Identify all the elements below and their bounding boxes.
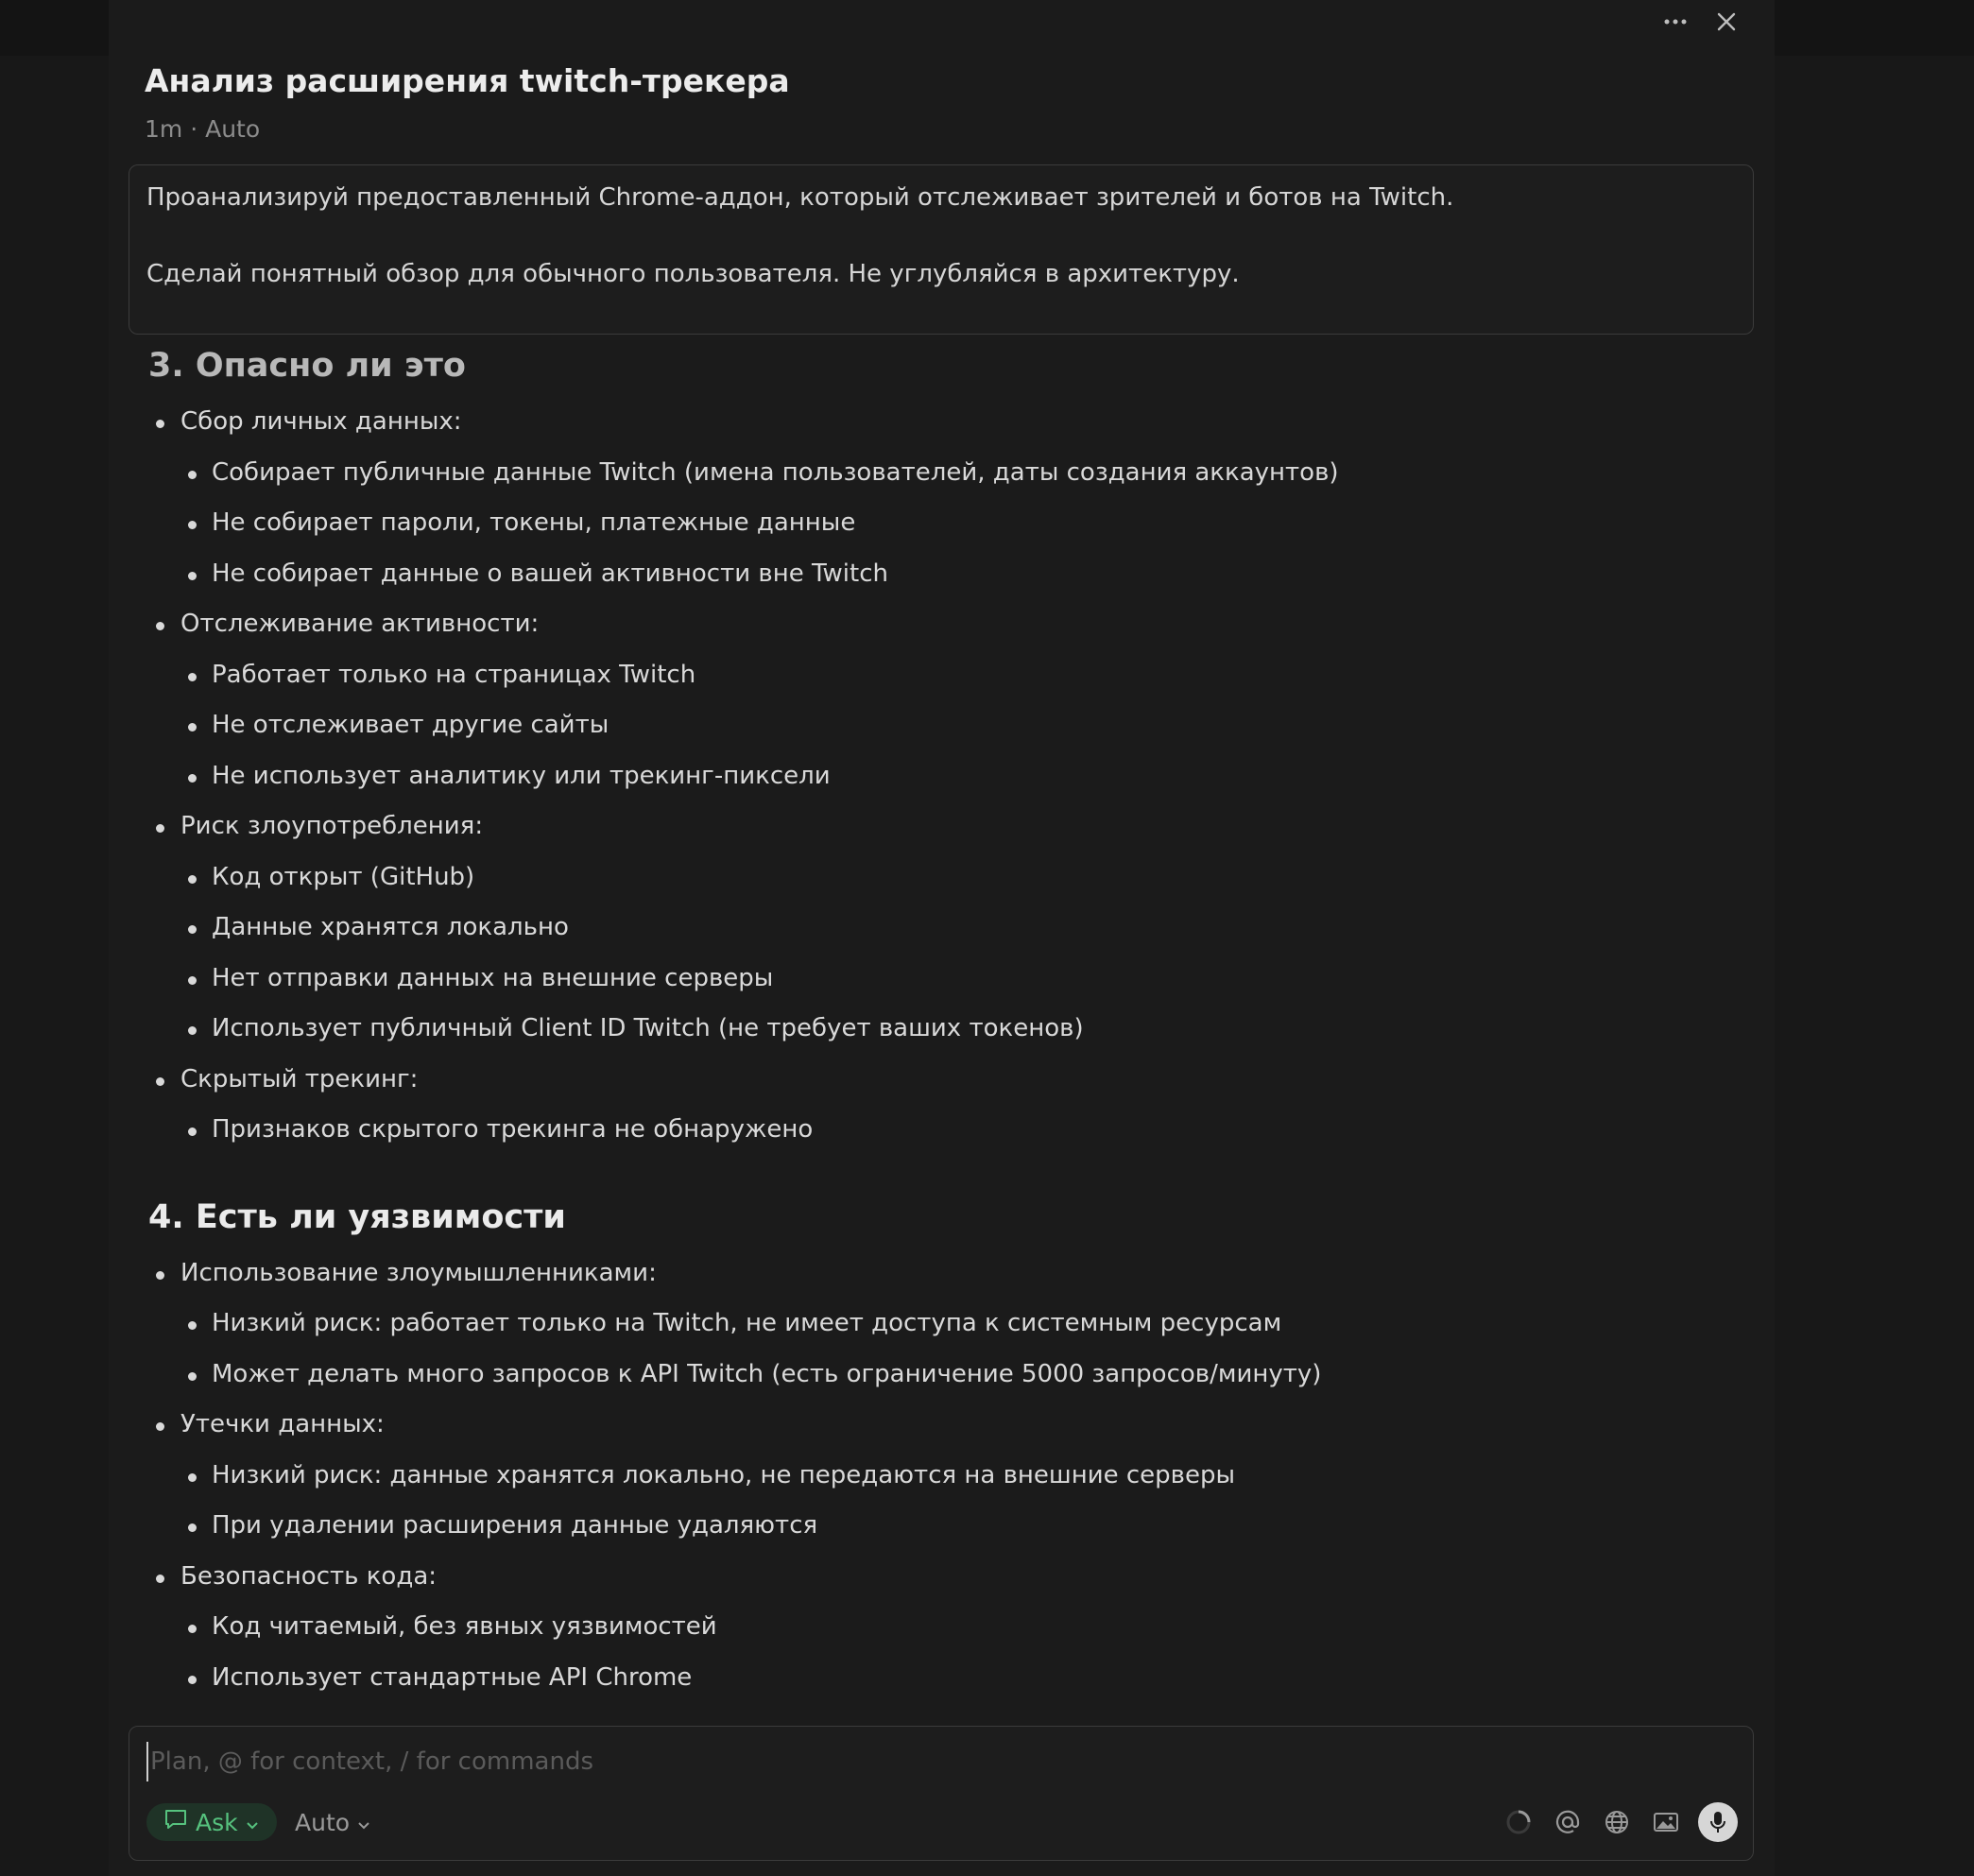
list-item: Риск злоупотребления: [148,801,1754,852]
microphone-icon[interactable] [1698,1802,1738,1842]
prompt-line-2: Сделай понятный обзор для обычного польз… [146,260,1240,289]
list-item: Собирает публичные данные Twitch (имена … [148,448,1754,499]
list-item: Работает только на страницах Twitch [148,650,1754,701]
more-horizontal-icon[interactable] [1658,8,1692,36]
list-item: Безопасность кода: [148,1552,1754,1603]
list-item: Низкий риск: данные хранятся локально, н… [148,1451,1754,1502]
mode-label: Ask [196,1808,238,1836]
list-item: Нет отправки данных на внешние серверы [148,954,1754,1005]
list-item: Признаков скрытого трекинга не обнаружен… [148,1105,1754,1156]
user-prompt-bubble[interactable]: Проанализируй предоставленный Chrome-адд… [129,164,1754,335]
assistant-response: 3. Опасно ли это Сбор личных данных: Соб… [129,342,1754,1703]
list-item: Не использует аналитику или трекинг-пикс… [148,751,1754,802]
chevron-down-icon [246,1809,259,1836]
list-item: Использует стандартные API Chrome [148,1653,1754,1704]
close-icon[interactable] [1709,8,1743,36]
list-item: Использует публичный Client ID Twitch (н… [148,1004,1754,1055]
model-dropdown[interactable]: Auto [295,1803,370,1841]
model-label: Auto [295,1808,351,1836]
list-item: При удалении расширения данные удаляются [148,1501,1754,1552]
chevron-down-icon [357,1809,370,1836]
chat-bubble-icon [163,1808,188,1836]
list-item: Код читаемый, без явных уязвимостей [148,1602,1754,1653]
chat-input[interactable] [146,1742,1570,1781]
list-item: Низкий риск: работает только на Twitch, … [148,1299,1754,1350]
globe-icon[interactable] [1600,1805,1634,1839]
section-list: Сбор личных данных: Собирает публичные д… [148,397,1754,1156]
list-item: Утечки данных: [148,1400,1754,1451]
composer-toolbar [1502,1802,1738,1842]
window-actions [1658,8,1743,36]
list-item: Данные хранятся локально [148,903,1754,954]
conversation-meta: 1m · Auto [145,115,261,143]
loading-spinner-icon [1502,1805,1536,1839]
prompt-line-1: Проанализируй предоставленный Chrome-адд… [146,183,1454,212]
list-item: Отслеживание активности: [148,599,1754,650]
section-list: Использование злоумышленниками: Низкий р… [148,1248,1754,1704]
list-item: Не собирает пароли, токены, платежные да… [148,498,1754,549]
at-mention-icon[interactable] [1551,1805,1585,1839]
list-item: Может делать много запросов к API Twitch… [148,1350,1754,1401]
list-item: Использование злоумышленниками: [148,1248,1754,1299]
list-item: Не отслеживает другие сайты [148,700,1754,751]
conversation-title: Анализ расширения twitch-трекера [145,62,790,99]
list-item: Не собирает данные о вашей активности вн… [148,549,1754,600]
list-item: Сбор личных данных: [148,397,1754,448]
image-icon[interactable] [1649,1805,1683,1839]
mode-dropdown[interactable]: Ask [146,1803,277,1841]
section-heading: 4. Есть ли уязвимости [148,1197,566,1236]
section-heading: 3. Опасно ли это [148,347,466,385]
chat-composer: Ask Auto [129,1726,1754,1861]
list-item: Скрытый трекинг: [148,1055,1754,1106]
list-item: Код открыт (GitHub) [148,852,1754,904]
